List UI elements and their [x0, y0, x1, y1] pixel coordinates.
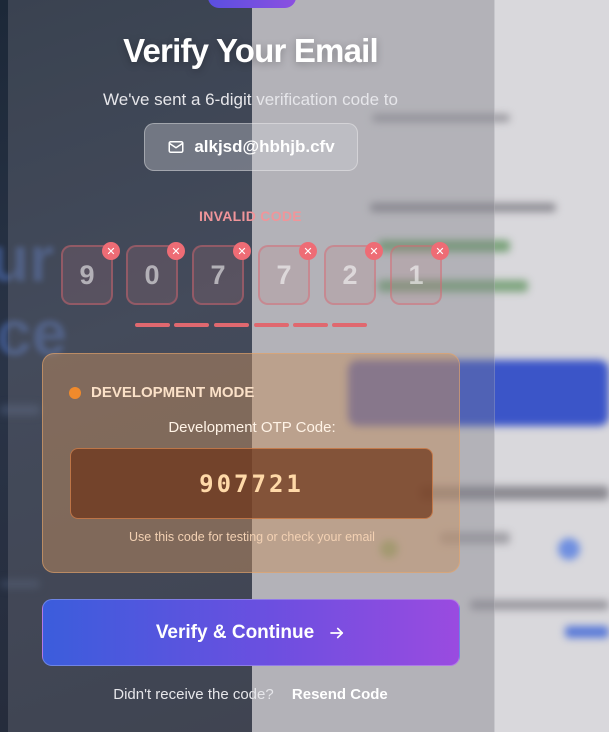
resend-prompt: Didn't receive the code?: [113, 686, 274, 703]
progress-segment: [254, 323, 289, 327]
progress-segment: [332, 323, 367, 327]
progress-segment: [174, 323, 209, 327]
verify-continue-button[interactable]: Verify & Continue: [42, 599, 460, 666]
otp-digit-value: 9: [79, 259, 95, 290]
otp-digit-input[interactable]: 9 ✕: [61, 242, 120, 305]
otp-digit-value: 0: [144, 259, 160, 290]
subtitle: We've sent a 6-digit verification code t…: [103, 90, 398, 109]
resend-row: Didn't receive the code? Resend Code: [0, 686, 501, 703]
mail-icon: [168, 141, 184, 153]
dev-mode-header: DEVELOPMENT MODE: [69, 384, 254, 401]
development-mode-card: DEVELOPMENT MODE Development OTP Code: 9…: [42, 353, 460, 573]
otp-digit-value: 2: [342, 259, 358, 290]
dev-otp-code[interactable]: 907721: [70, 448, 433, 519]
email-address: alkjsd@hbhjb.cfv: [194, 137, 335, 156]
close-icon[interactable]: ✕: [299, 242, 317, 260]
otp-digit-value: 7: [210, 259, 226, 290]
close-icon[interactable]: ✕: [102, 242, 120, 260]
progress-segment: [293, 323, 328, 327]
close-icon[interactable]: ✕: [233, 242, 251, 260]
otp-digit-input[interactable]: 7 ✕: [192, 242, 251, 305]
resend-code-link[interactable]: Resend Code: [292, 686, 388, 703]
progress-segment: [135, 323, 170, 327]
status-dot-icon: [69, 386, 81, 399]
dev-otp-hint: Use this code for testing or check your …: [129, 530, 375, 544]
page-title: Verify Your Email: [123, 32, 379, 69]
otp-error-message: INVALID CODE: [199, 208, 302, 224]
otp-digit-input[interactable]: 1 ✕: [390, 242, 449, 305]
otp-digit-value: 7: [276, 259, 292, 290]
otp-digit-input[interactable]: 0 ✕: [126, 242, 185, 305]
dev-mode-badge: DEVELOPMENT MODE: [91, 384, 255, 401]
close-icon[interactable]: ✕: [365, 242, 383, 260]
email-chip: alkjsd@hbhjb.cfv: [144, 123, 358, 171]
progress-segment: [214, 323, 249, 327]
top-decorative-badge: [208, 0, 296, 8]
dev-otp-label: Development OTP Code:: [168, 419, 336, 436]
otp-digit-value: 1: [408, 259, 424, 290]
otp-digit-input[interactable]: 7 ✕: [258, 242, 317, 305]
otp-digit-input[interactable]: 2 ✕: [324, 242, 383, 305]
arrow-right-icon: [330, 627, 344, 638]
close-icon[interactable]: ✕: [431, 242, 449, 260]
close-icon[interactable]: ✕: [167, 242, 185, 260]
verify-button-label: Verify & Continue: [155, 621, 315, 643]
